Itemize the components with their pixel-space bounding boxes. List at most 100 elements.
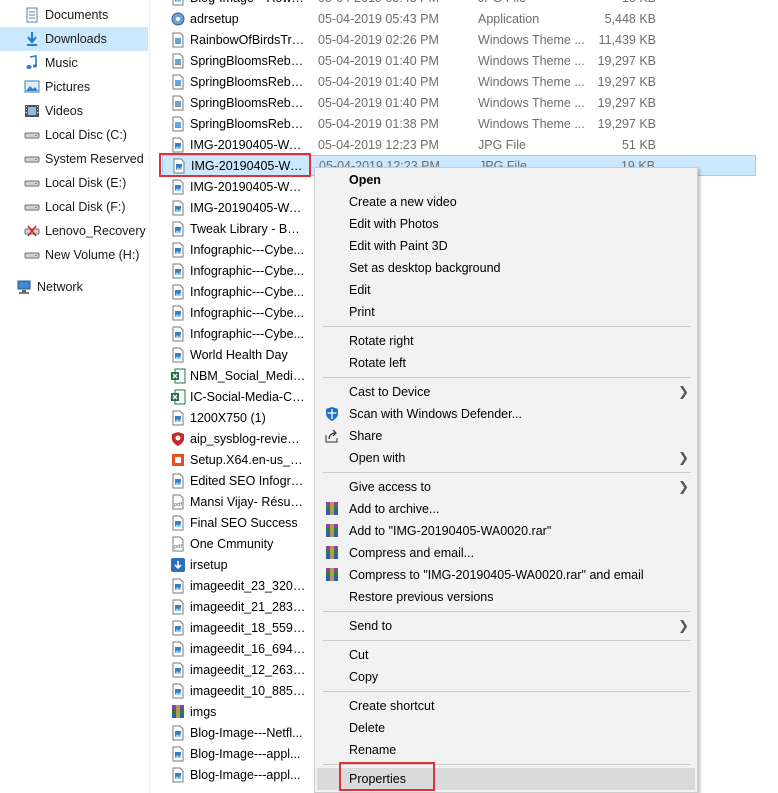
properties-highlight	[339, 762, 435, 791]
file-size: 11,439 KB	[598, 32, 656, 47]
file-row[interactable]: adrsetup 05-04-2019 05:43 PM Application 5,…	[162, 8, 756, 29]
file-name: Tweak Library - Best...	[190, 221, 306, 236]
menu-item[interactable]: Print	[317, 301, 695, 323]
file-type: Windows Theme ...	[478, 53, 585, 68]
file-name: World Health Day	[190, 347, 288, 362]
winrar-icon	[323, 544, 341, 562]
file-row[interactable]: SpringBloomsRebe... 05-04-2019 01:38 PM Wi…	[162, 113, 756, 134]
nav-item[interactable]: Documents	[0, 3, 148, 27]
menu-item-label: Copy	[349, 670, 379, 684]
navigation-pane: Documents Downloads Music Pictures Videos Loc…	[0, 0, 150, 793]
network-icon	[16, 279, 32, 295]
file-row[interactable]: IMG-20190405-WA0... 05-04-2019 12:23 PM JP…	[162, 134, 756, 155]
nav-item[interactable]: Local Disk (E:)	[0, 171, 148, 195]
image-file-icon	[170, 179, 186, 195]
image-file-icon	[170, 620, 186, 636]
nav-item[interactable]: Music	[0, 51, 148, 75]
file-name: Mansi Vijay- Résumé	[190, 494, 306, 509]
menu-item-label: Print	[349, 305, 375, 319]
menu-item[interactable]: Cast to Device ❯	[317, 381, 695, 403]
menu-item[interactable]: Rename	[317, 739, 695, 761]
menu-item[interactable]: Create a new video	[317, 191, 695, 213]
file-row[interactable]: RainbowOfBirdsTra... 05-04-2019 02:26 PM W…	[162, 29, 756, 50]
file-date: 05-04-2019 01:40 PM	[318, 53, 439, 68]
menu-item[interactable]: Share	[317, 425, 695, 447]
menu-item[interactable]: Add to archive...	[317, 498, 695, 520]
menu-item[interactable]: Rotate left	[317, 352, 695, 374]
nav-item-label: Videos	[45, 104, 83, 118]
menu-item[interactable]: Compress and email...	[317, 542, 695, 564]
menu-item[interactable]: Open	[317, 169, 695, 191]
share-icon	[323, 427, 341, 445]
menu-separator	[323, 640, 691, 641]
menu-item[interactable]: Restore previous versions	[317, 586, 695, 608]
menu-separator	[323, 691, 691, 692]
menu-item[interactable]: Create shortcut	[317, 695, 695, 717]
file-type: Windows Theme ...	[478, 95, 585, 110]
nav-item[interactable]: New Volume (H:)	[0, 243, 148, 267]
file-row[interactable]: SpringBloomsRebe... 05-04-2019 01:40 PM Wi…	[162, 92, 756, 113]
drive-icon	[24, 151, 40, 167]
image-file-icon	[170, 662, 186, 678]
nav-item-label: Downloads	[45, 32, 107, 46]
nav-item-label: System Reserved (D	[45, 152, 148, 166]
excel-file-icon	[170, 368, 186, 384]
image-file-icon	[170, 599, 186, 615]
file-row[interactable]: SpringBloomsRebe... 05-04-2019 01:40 PM Wi…	[162, 50, 756, 71]
menu-item[interactable]: Rotate right	[317, 330, 695, 352]
nav-item[interactable]: Local Disc (C:)	[0, 123, 148, 147]
nav-item[interactable]: Network	[0, 275, 148, 299]
menu-item-label: Share	[349, 429, 383, 443]
nav-item[interactable]: Pictures	[0, 75, 148, 99]
menu-item[interactable]: Edit with Paint 3D	[317, 235, 695, 257]
menu-item[interactable]: Edit	[317, 279, 695, 301]
theme-file-icon	[170, 32, 186, 48]
nav-item[interactable]: Downloads	[0, 27, 148, 51]
file-date: 05-04-2019 05:43 PM	[318, 11, 439, 26]
pdf-file-icon: pdf	[170, 494, 186, 510]
winrar-icon	[323, 522, 341, 540]
menu-item[interactable]: Set as desktop background	[317, 257, 695, 279]
file-name: imageedit_18_55902...	[190, 620, 306, 635]
menu-item[interactable]: Copy	[317, 666, 695, 688]
image-file-icon	[170, 746, 186, 762]
menu-item-label: Edit with Paint 3D	[349, 239, 448, 253]
file-date: 05-04-2019 12:23 PM	[318, 137, 439, 152]
file-type: JPG File	[478, 0, 526, 5]
nav-item[interactable]: System Reserved (D	[0, 147, 148, 171]
menu-item-label: Edit	[349, 283, 371, 297]
nav-item-label: Lenovo_Recovery (G	[45, 224, 148, 238]
menu-item[interactable]: Add to "IMG-20190405-WA0020.rar"	[317, 520, 695, 542]
nav-item[interactable]: Videos	[0, 99, 148, 123]
menu-item[interactable]: Delete	[317, 717, 695, 739]
file-name: irsetup	[190, 557, 228, 572]
menu-item-label: Cut	[349, 648, 369, 662]
svg-text:pdf: pdf	[174, 502, 182, 508]
image-file-icon	[170, 284, 186, 300]
music-icon	[24, 55, 40, 71]
menu-item[interactable]: Edit with Photos	[317, 213, 695, 235]
file-name: Setup.X64.en-us_O3...	[190, 452, 306, 467]
image-file-icon	[170, 641, 186, 657]
nav-item[interactable]: Local Disk (F:)	[0, 195, 148, 219]
menu-item[interactable]: Send to ❯	[317, 615, 695, 637]
file-size: 19,297 KB	[597, 74, 656, 89]
file-row[interactable]: Blog-Image---Howit... 05-04-2019 05:43 PM…	[162, 0, 756, 8]
menu-item[interactable]: Scan with Windows Defender...	[317, 403, 695, 425]
menu-item[interactable]: Cut	[317, 644, 695, 666]
menu-item[interactable]: Open with ❯	[317, 447, 695, 469]
image-file-icon	[170, 137, 186, 153]
file-type: JPG File	[478, 137, 526, 152]
installer-icon	[170, 557, 186, 573]
file-row[interactable]: SpringBloomsRebe... 05-04-2019 01:40 PM Wi…	[162, 71, 756, 92]
menu-item[interactable]: Give access to ❯	[317, 476, 695, 498]
file-size: 19,297 KB	[597, 53, 656, 68]
svg-text:pdf: pdf	[174, 544, 182, 550]
file-name: Infographic---Cybe...	[190, 242, 304, 257]
menu-item-label: Compress and email...	[349, 546, 475, 560]
menu-item[interactable]: Compress to "IMG-20190405-WA0020.rar" an…	[317, 564, 695, 586]
nav-item[interactable]: Lenovo_Recovery (G	[0, 219, 148, 243]
recovery-drive-icon	[24, 223, 40, 239]
file-name: Blog-Image---Netfl...	[190, 725, 303, 740]
file-name: adrsetup	[190, 11, 239, 26]
